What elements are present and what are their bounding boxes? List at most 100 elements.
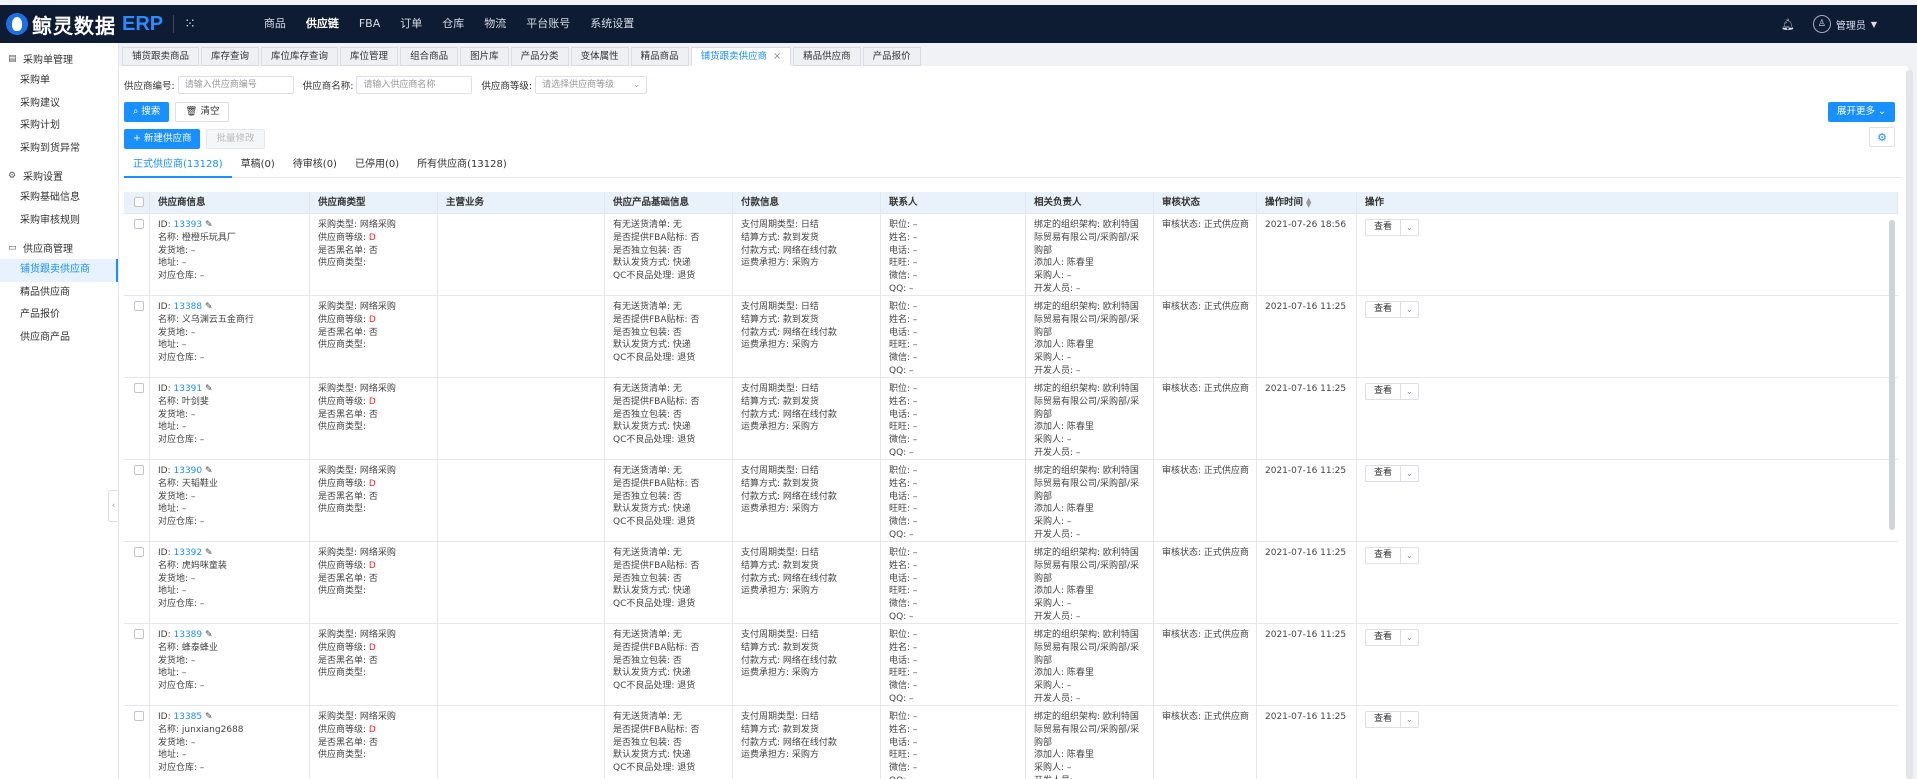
row-checkbox[interactable] <box>134 711 144 721</box>
logo[interactable]: 鲸灵数据 ERP <box>0 5 163 43</box>
select-all-checkbox[interactable] <box>134 197 144 207</box>
supplier-name-input[interactable]: 请输入供应商名称 <box>356 76 473 94</box>
page-tab[interactable]: 图片库 <box>460 47 509 66</box>
topnav-item[interactable]: 供应链 <box>296 5 349 43</box>
supplier-id-link[interactable]: 13385 <box>174 712 203 722</box>
bell-icon[interactable]: 🔔︎ <box>1781 18 1795 31</box>
chevron-down-icon[interactable]: ⌄ <box>1400 384 1418 399</box>
topnav-item[interactable]: 商品 <box>254 5 296 43</box>
clear-button[interactable]: 🗑︎ 清空 <box>175 102 230 122</box>
sidebar-group-header[interactable]: ⚙ 采购设置 <box>0 164 118 187</box>
view-button[interactable]: 查看 ⌄ <box>1365 547 1419 564</box>
edit-icon[interactable]: ✎ <box>202 712 213 722</box>
sidebar-item[interactable]: 铺货跟卖供应商 <box>0 259 118 282</box>
sidebar-collapse-button[interactable]: ‹ <box>108 490 119 522</box>
chevron-down-icon[interactable]: ⌄ <box>1400 548 1418 563</box>
sidebar-item[interactable]: 采购基础信息 <box>0 187 118 210</box>
page-tab[interactable]: 库位库存查询 <box>261 47 339 66</box>
sidebar-group-header[interactable]: ▤ 采购单管理 <box>0 47 118 70</box>
row-checkbox[interactable] <box>134 383 144 393</box>
page-scrollbar[interactable] <box>1906 70 1913 779</box>
edit-icon[interactable]: ✎ <box>202 548 213 558</box>
cell-line: 姓名: – <box>889 724 918 735</box>
status-subtab[interactable]: 待审核(0) <box>284 153 346 178</box>
audit-status-cell: 审核状态: 正式供应商 <box>1154 624 1257 705</box>
status-subtab[interactable]: 正式供应商(13128) <box>124 153 232 178</box>
view-button[interactable]: 查看 ⌄ <box>1365 383 1419 400</box>
row-checkbox[interactable] <box>134 301 144 311</box>
sidebar-item[interactable]: 采购到货异常 <box>0 138 118 161</box>
cell-line: 对应仓库: – <box>158 517 205 528</box>
chevron-down-icon[interactable]: ⌄ <box>1400 302 1418 317</box>
edit-icon[interactable]: ✎ <box>202 384 213 394</box>
batch-edit-button[interactable]: 批量修改 <box>206 129 265 149</box>
topnav-item[interactable]: 系统设置 <box>580 5 644 43</box>
page-tab[interactable]: 库存查询 <box>201 47 260 66</box>
sidebar-item[interactable]: 采购审核规则 <box>0 210 118 233</box>
page-tab[interactable]: 铺货跟卖供应商 × <box>690 47 792 66</box>
status-subtab[interactable]: 已停用(0) <box>346 153 408 178</box>
row-checkbox[interactable] <box>134 547 144 557</box>
apps-grid-icon[interactable]: ⁙ <box>184 16 196 32</box>
page-tab[interactable]: 组合商品 <box>400 47 459 66</box>
audit-status: 审核状态: 正式供应商 <box>1162 302 1249 312</box>
cell-line: 旺旺: – <box>889 422 918 433</box>
supplier-level-select[interactable]: 请选择供应商等级 ⌄ <box>535 76 648 94</box>
status-subtab[interactable]: 所有供应商(13128) <box>408 153 516 178</box>
new-supplier-button[interactable]: + 新建供应商 <box>124 129 201 149</box>
column-settings-gear-icon[interactable]: ⚙ <box>1869 127 1895 147</box>
cell-line: 添加人: 陈春里 <box>1034 586 1094 597</box>
view-button[interactable]: 查看 ⌄ <box>1365 219 1419 236</box>
page-tab[interactable]: 产品分类 <box>510 47 569 66</box>
sidebar-group-header[interactable]: ▭ 供应商管理 <box>0 236 118 259</box>
topnav-item[interactable]: 物流 <box>474 5 516 43</box>
view-button[interactable]: 查看 ⌄ <box>1365 629 1419 646</box>
row-checkbox[interactable] <box>134 465 144 475</box>
edit-icon[interactable]: ✎ <box>202 302 213 312</box>
supplier-id-link[interactable]: 13390 <box>174 466 203 476</box>
supplier-id-link[interactable]: 13391 <box>174 384 203 394</box>
page-tab[interactable]: 铺货跟卖商品 <box>122 47 200 66</box>
chevron-down-icon[interactable]: ⌄ <box>1400 466 1418 481</box>
expand-more-button[interactable]: 展开更多 ⌄ <box>1828 102 1896 122</box>
sidebar-item[interactable]: 精品供应商 <box>0 282 118 305</box>
close-icon[interactable]: × <box>773 51 781 62</box>
page-tab[interactable]: 产品报价 <box>862 47 921 66</box>
topnav-item[interactable]: 仓库 <box>432 5 474 43</box>
row-checkbox[interactable] <box>134 629 144 639</box>
supplier-id-link[interactable]: 13393 <box>174 220 203 230</box>
row-checkbox[interactable] <box>134 219 144 229</box>
user-menu[interactable]: ♙ 管理员 ▼ <box>1812 15 1877 33</box>
view-button[interactable]: 查看 ⌄ <box>1365 301 1419 318</box>
view-button[interactable]: 查看 ⌄ <box>1365 711 1419 728</box>
supplier-id-link[interactable]: 13392 <box>174 548 203 558</box>
page-tab[interactable]: 库位管理 <box>340 47 399 66</box>
edit-icon[interactable]: ✎ <box>202 630 213 640</box>
edit-icon[interactable]: ✎ <box>202 466 213 476</box>
view-button[interactable]: 查看 ⌄ <box>1365 465 1419 482</box>
cell-line: 是否提供FBA贴标: 否 <box>613 314 700 325</box>
topnav-item[interactable]: FBA <box>349 5 390 43</box>
supplier-id-link[interactable]: 13389 <box>174 630 203 640</box>
sidebar-item[interactable]: 采购单 <box>0 70 118 93</box>
chevron-down-icon[interactable]: ⌄ <box>1400 630 1418 645</box>
sidebar-item[interactable]: 采购建议 <box>0 93 118 116</box>
sidebar-item[interactable]: 采购计划 <box>0 115 118 138</box>
topnav-item[interactable]: 平台账号 <box>516 5 580 43</box>
sidebar-item[interactable]: 供应商产品 <box>0 327 118 350</box>
table-scrollbar[interactable] <box>1889 220 1895 530</box>
page-tab[interactable]: 变体属性 <box>570 47 629 66</box>
sort-icon[interactable]: ▲ ▼ <box>1306 196 1311 208</box>
status-subtab[interactable]: 草稿(0) <box>232 153 284 178</box>
id-label: ID: <box>158 548 171 558</box>
chevron-down-icon[interactable]: ⌄ <box>1400 220 1418 235</box>
search-button[interactable]: ⌕ 搜索 <box>124 102 170 122</box>
edit-icon[interactable]: ✎ <box>202 220 213 230</box>
page-tab[interactable]: 精品供应商 <box>793 47 861 66</box>
topnav-item[interactable]: 订单 <box>390 5 432 43</box>
sidebar-item[interactable]: 产品报价 <box>0 304 118 327</box>
chevron-down-icon[interactable]: ⌄ <box>1400 712 1418 727</box>
supplier-id-link[interactable]: 13388 <box>174 302 203 312</box>
page-tab[interactable]: 精品商品 <box>630 47 689 66</box>
supplier-no-input[interactable]: 请输入供应商编号 <box>177 76 294 94</box>
